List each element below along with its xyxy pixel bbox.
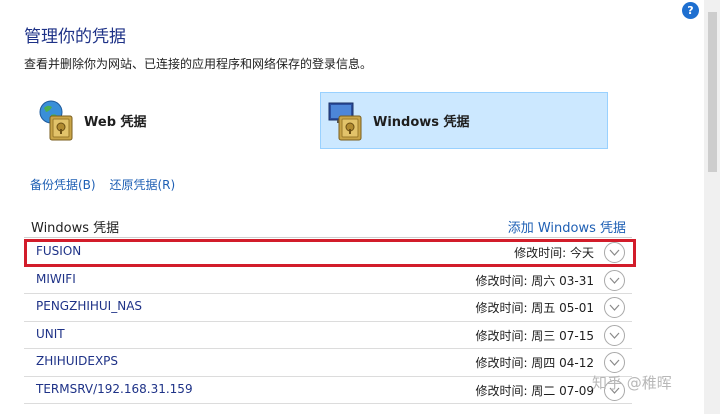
backup-restore-links: 备份凭据(B) 还原凭据(R): [30, 176, 185, 193]
help-icon[interactable]: ?: [682, 2, 699, 19]
credential-row[interactable]: TERMSRV/192.168.31.159 修改时间: 周二 07-09: [24, 377, 632, 404]
web-credentials-label: Web 凭据: [84, 115, 147, 130]
web-credentials-tab[interactable]: Web 凭据: [32, 92, 314, 149]
add-windows-credential-link[interactable]: 添加 Windows 凭据: [508, 217, 626, 236]
windows-credentials-icon: [325, 99, 369, 143]
expand-chevron-icon[interactable]: [604, 297, 625, 318]
credential-name: TERMSRV/192.168.31.159: [36, 381, 193, 396]
credential-name: FUSION: [36, 244, 82, 258]
vertical-scrollbar[interactable]: [704, 0, 720, 414]
credential-row[interactable]: ZHIHUIDEXPS 修改时间: 周四 04-12: [24, 349, 632, 377]
page-description: 查看并删除你为网站、已连接的应用程序和网络保存的登录信息。: [24, 57, 373, 71]
scrollbar-thumb[interactable]: [708, 12, 717, 172]
credential-name: PENGZHIHUI_NAS: [36, 299, 143, 313]
page-title: 管理你的凭据: [24, 27, 126, 47]
credential-row[interactable]: PENGZHIHUI_NAS 修改时间: 周五 05-01: [24, 294, 632, 322]
credential-name: UNIT: [36, 326, 65, 341]
windows-credentials-tab[interactable]: Windows 凭据: [320, 92, 608, 149]
windows-credentials-section-header: Windows 凭据 添加 Windows 凭据: [24, 214, 632, 238]
expand-chevron-icon[interactable]: [604, 269, 625, 291]
credential-modified: 修改时间: 周三 07-15: [475, 328, 594, 343]
expand-chevron-icon[interactable]: [604, 324, 625, 346]
windows-credentials-label: Windows 凭据: [373, 115, 470, 130]
backup-credentials-link[interactable]: 备份凭据(B): [30, 178, 96, 192]
credential-row[interactable]: UNIT 修改时间: 周三 07-15: [24, 322, 632, 349]
section-title: Windows 凭据: [31, 221, 120, 236]
credential-modified: 修改时间: 今天: [514, 246, 594, 260]
restore-credentials-link[interactable]: 还原凭据(R): [109, 178, 175, 192]
expand-chevron-icon[interactable]: [604, 352, 625, 373]
credential-row[interactable]: FUSION 修改时间: 今天: [24, 239, 632, 267]
web-credentials-icon: [36, 99, 80, 143]
credential-modified: 修改时间: 周五 05-01: [475, 301, 594, 315]
credential-modified: 修改时间: 周二 07-09: [475, 383, 594, 398]
credential-list: FUSION 修改时间: 今天 MIWIFI 修改时间: 周六 03-31 PE…: [24, 239, 632, 404]
expand-chevron-icon[interactable]: [604, 242, 625, 263]
credential-name: MIWIFI: [36, 271, 76, 286]
credential-row[interactable]: MIWIFI 修改时间: 周六 03-31: [24, 267, 632, 294]
section-divider: [24, 237, 632, 238]
credential-name: ZHIHUIDEXPS: [36, 354, 119, 368]
credential-modified: 修改时间: 周六 03-31: [475, 273, 594, 288]
watermark: 知乎 @稚晖: [592, 374, 672, 392]
credential-modified: 修改时间: 周四 04-12: [475, 356, 594, 370]
